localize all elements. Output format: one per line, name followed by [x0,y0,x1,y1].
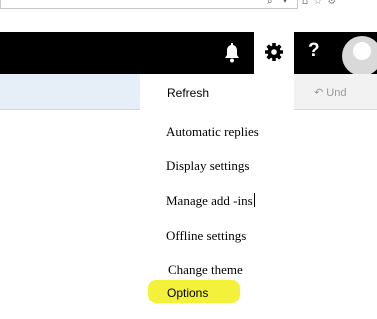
command-bar [0,74,140,110]
menu-item-change-theme[interactable]: Change theme [168,262,243,278]
avatar[interactable] [342,36,377,76]
gear-icon[interactable] [264,42,284,62]
home-icon[interactable]: ⌂ [302,0,313,7]
menu-item-options[interactable]: Options [167,286,208,300]
menu-item-offline-settings[interactable]: Offline settings [166,228,246,244]
undo-label: Und [326,87,347,99]
dropdown-caret-icon[interactable]: ▾ [283,0,287,5]
undo-button[interactable]: ↶ Und [314,86,346,99]
text-cursor [253,193,255,207]
browser-toolbar-icons[interactable]: ⌂☆⚙ [302,0,341,7]
manage-addins-label: Manage add -ins [166,193,253,208]
search-icon[interactable]: ⌕ [267,0,273,7]
menu-item-refresh[interactable]: Refresh [167,86,209,100]
app-header [0,32,377,74]
avatar-head [353,42,371,60]
tools-icon[interactable]: ⚙ [327,0,341,7]
address-bar[interactable]: ⌕ ▾ [0,0,298,9]
menu-item-automatic-replies[interactable]: Automatic replies [166,124,259,140]
undo-icon: ↶ [314,87,324,99]
bell-icon[interactable] [222,40,242,66]
favorites-icon[interactable]: ☆ [313,0,327,7]
menu-item-manage-addins[interactable]: Manage add -ins [166,193,255,209]
help-icon[interactable]: ? [308,40,320,62]
menu-item-display-settings[interactable]: Display settings [166,158,249,174]
settings-menu: Refresh Automatic replies Display settin… [140,74,294,319]
